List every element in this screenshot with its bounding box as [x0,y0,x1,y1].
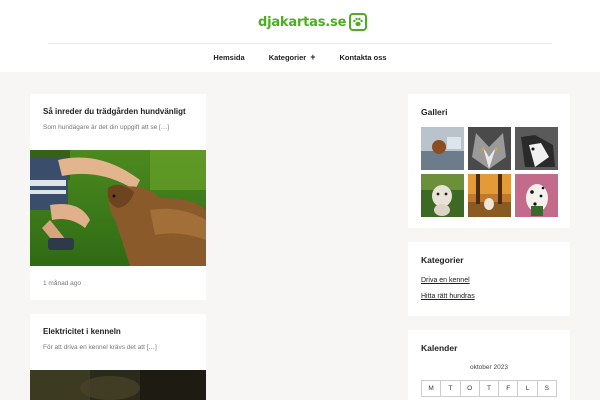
widget-title: Galleri [421,107,448,117]
post-excerpt: Som hundägare är det din uppgift att se … [43,124,170,131]
gallery-thumb[interactable] [515,174,558,217]
plus-icon[interactable]: + [310,52,315,62]
gallery-grid [421,127,558,217]
category-link[interactable]: Driva en kennel [421,277,470,284]
nav-label: Kategorier [268,52,307,62]
calendar-weekday: F [499,381,519,396]
logo-text: djakartas.se [258,14,347,30]
post-image[interactable] [30,370,206,400]
post-title[interactable]: Elektricitet i kenneln [43,327,121,336]
main-nav: Hemsida Kategorier + Kontakta oss [0,52,600,62]
gallery-thumb[interactable] [421,127,464,170]
categories-widget: Kategorier Driva en kennel Hitta rätt hu… [408,242,570,316]
gallery-thumb[interactable] [468,174,511,217]
post-date: 1 månad ago [43,280,81,287]
nav-label: Kontakta oss [339,52,387,62]
header-divider [48,43,552,44]
calendar-weekday: T [441,381,461,396]
post-title[interactable]: Så inreder du trädgården hundvänligt [43,107,186,116]
post-excerpt: För att driva en kennel krävs det att […… [43,344,157,351]
paw-icon [349,13,368,31]
gallery-thumb[interactable] [421,174,464,217]
post-card: Elektricitet i kenneln För att driva en … [30,314,206,400]
calendar-weekday: L [518,381,538,396]
calendar-weekday: O [461,381,480,396]
gallery-thumb[interactable] [468,127,511,170]
nav-item-hemsida[interactable]: Hemsida [201,52,256,62]
calendar-weekday: M [422,381,442,396]
calendar-widget: Kalender oktober 2023 M T O T F L S [408,330,570,400]
gallery-thumb[interactable] [515,127,558,170]
calendar-weekday: T [480,381,500,396]
widget-title: Kalender [421,343,458,353]
category-link[interactable]: Hitta rätt hundras [421,293,475,300]
calendar-caption: oktober 2023 [470,364,508,371]
site-logo[interactable]: djakartas.se [258,12,368,32]
site-header: djakartas.se Hemsida Kategorier + Kontak… [0,0,600,72]
nav-label: Hemsida [213,52,245,62]
post-image[interactable] [30,150,206,266]
calendar-table: M T O T F L S [421,380,557,397]
nav-item-kategorier[interactable]: Kategorier + [257,52,328,62]
calendar-weekday: S [544,385,549,392]
widget-title: Kategorier [421,255,464,265]
gallery-widget: Galleri [408,94,570,228]
post-card: Så inreder du trädgården hundvänligt Som… [30,94,206,300]
nav-item-kontakta-oss[interactable]: Kontakta oss [327,52,398,62]
